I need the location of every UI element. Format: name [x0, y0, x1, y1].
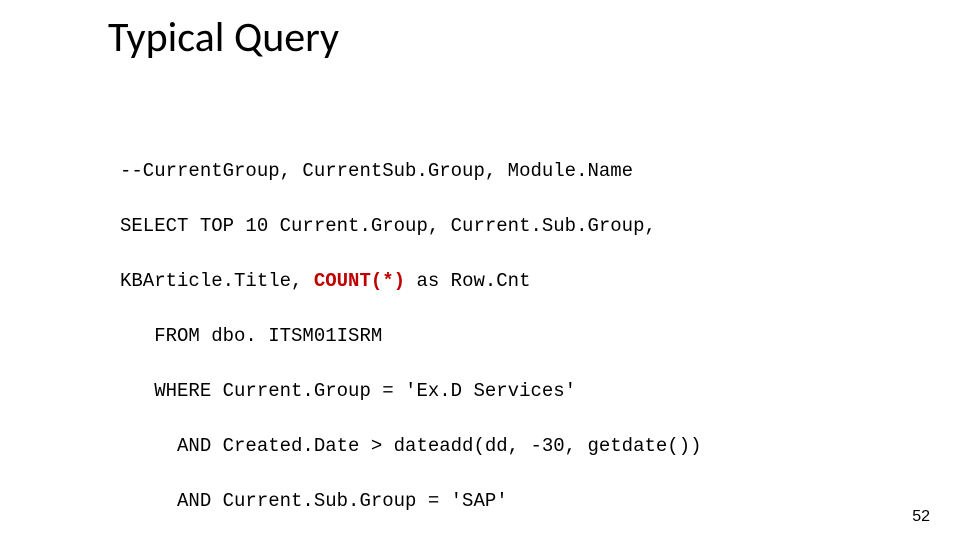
slide-title: Typical Query [108, 12, 339, 63]
code-line: WHERE Current.Group = 'Ex.D Services' [120, 378, 900, 406]
code-line: SELECT TOP 10 Current.Group, Current.Sub… [120, 213, 900, 241]
code-line: --CurrentGroup, CurrentSub.Group, Module… [120, 158, 900, 186]
code-text: KBArticle.Title, [120, 270, 314, 292]
code-text: as Row.Cnt [405, 270, 530, 292]
sql-code-block: --CurrentGroup, CurrentSub.Group, Module… [120, 130, 900, 540]
slide: Typical Query --CurrentGroup, CurrentSub… [0, 0, 960, 540]
code-line: AND Created.Date > dateadd(dd, -30, getd… [120, 433, 900, 461]
code-line: AND Current.Sub.Group = 'SAP' [120, 488, 900, 516]
code-line: FROM dbo. ITSM01ISRM [120, 323, 900, 351]
code-line: KBArticle.Title, COUNT(*) as Row.Cnt [120, 268, 900, 296]
code-highlight: COUNT(*) [314, 270, 405, 292]
page-number: 52 [912, 508, 930, 526]
